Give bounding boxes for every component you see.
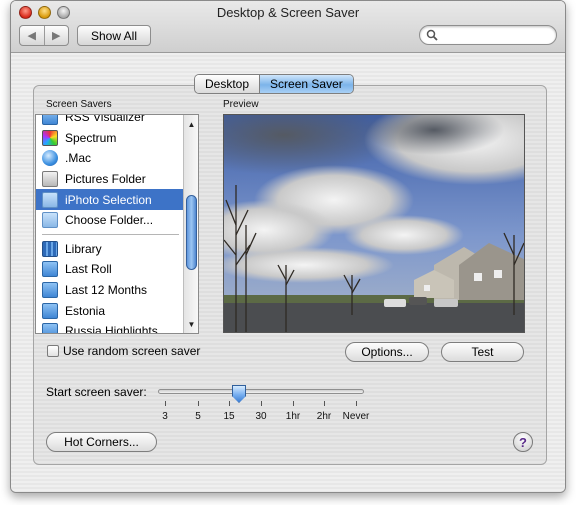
screen-saver-list[interactable]: RSS Visualizer Spectrum .Mac Pictures Fo… [35, 114, 199, 334]
back-forward-control: ◀ ▶ [19, 25, 69, 46]
list-item-label: Pictures Folder [65, 172, 146, 187]
show-all-button[interactable]: Show All [77, 25, 151, 46]
list-item-label: .Mac [65, 151, 92, 166]
list-item-label: Russia Highlights [65, 324, 158, 334]
slider-tick [165, 401, 166, 406]
list-item[interactable]: Last 12 Months [36, 280, 185, 301]
list-item-label: Last 12 Months [65, 283, 148, 298]
list-item[interactable]: Pictures Folder [36, 169, 185, 190]
hot-corners-button[interactable]: Hot Corners... [46, 432, 157, 452]
start-time-slider-track[interactable] [158, 389, 364, 394]
list-item[interactable]: Estonia [36, 300, 185, 321]
list-item-label: iPhoto Selection [65, 192, 152, 207]
list-item[interactable]: Russia Highlights [36, 321, 185, 334]
slider-tick-label: 3 [162, 411, 168, 422]
list-item[interactable]: RSS Visualizer [36, 114, 185, 128]
slider-tick [293, 401, 294, 406]
folder-icon [42, 302, 58, 319]
tab-bar: Desktop Screen Saver [194, 74, 354, 94]
pictures-folder-icon [42, 171, 58, 188]
slider-tick-label: 30 [255, 411, 267, 422]
tab-screen-saver[interactable]: Screen Saver [259, 75, 353, 93]
folder-icon [42, 212, 58, 229]
preview-photo [224, 115, 524, 332]
folder-icon [42, 323, 58, 333]
random-screen-saver-label: Use random screen saver [63, 344, 201, 358]
title-bar: Desktop & Screen Saver ◀ ▶ Show All [11, 1, 565, 53]
list-item-label: Estonia [65, 303, 106, 318]
slider-tick [261, 401, 262, 406]
list-item-label: Choose Folder... [65, 213, 154, 228]
iphoto-library-icon [42, 240, 58, 257]
tab-desktop[interactable]: Desktop [195, 75, 260, 93]
screen-savers-heading: Screen Savers [46, 99, 112, 110]
slider-tick-label: 2hr [316, 411, 332, 422]
list-item[interactable]: Last Roll [36, 259, 185, 280]
slider-tick-label: Never [342, 411, 370, 422]
forward-arrow-icon[interactable]: ▶ [43, 26, 69, 45]
back-arrow-icon[interactable]: ◀ [20, 26, 44, 45]
scroll-down-arrow-icon[interactable]: ▼ [184, 317, 198, 331]
spectrum-icon [42, 129, 58, 146]
list-item[interactable]: Choose Folder... [36, 210, 185, 231]
scrollbar-thumb[interactable] [186, 195, 197, 270]
slider-tick [356, 401, 357, 406]
slider-tick [198, 401, 199, 406]
list-separator [36, 231, 185, 239]
slider-tick-label: 5 [195, 411, 201, 422]
list-item[interactable]: Spectrum [36, 128, 185, 149]
preview-heading: Preview [223, 99, 259, 110]
list-scrollbar[interactable]: ▲ ▼ [183, 115, 198, 333]
slider-tick-label: 15 [223, 411, 235, 422]
folder-icon [42, 191, 58, 208]
preview-image [223, 114, 525, 333]
help-icon[interactable]: ? [513, 432, 533, 452]
folder-icon [42, 261, 58, 278]
folder-icon [42, 282, 58, 299]
slider-tick [324, 401, 325, 406]
list-item-label: Last Roll [65, 262, 112, 277]
list-item-label: Spectrum [65, 130, 117, 145]
list-item-selected[interactable]: iPhoto Selection [36, 189, 185, 210]
random-screen-saver-checkbox[interactable] [47, 345, 59, 357]
list-item-label: RSS Visualizer [65, 114, 145, 125]
list-item[interactable]: Library [36, 239, 185, 260]
rss-icon [42, 115, 58, 126]
list-item[interactable]: .Mac [36, 148, 185, 169]
start-screen-saver-label: Start screen saver: [46, 385, 147, 399]
slider-tick-label: 1hr [285, 411, 301, 422]
search-icon [426, 29, 438, 41]
list-item-label: Library [65, 241, 102, 256]
dotmac-globe-icon [42, 150, 58, 167]
slider-tick [229, 401, 230, 406]
window-title: Desktop & Screen Saver [216, 5, 360, 20]
search-field[interactable] [419, 25, 557, 45]
test-button[interactable]: Test [441, 342, 524, 362]
options-button[interactable]: Options... [345, 342, 429, 362]
scroll-up-arrow-icon[interactable]: ▲ [184, 117, 198, 131]
